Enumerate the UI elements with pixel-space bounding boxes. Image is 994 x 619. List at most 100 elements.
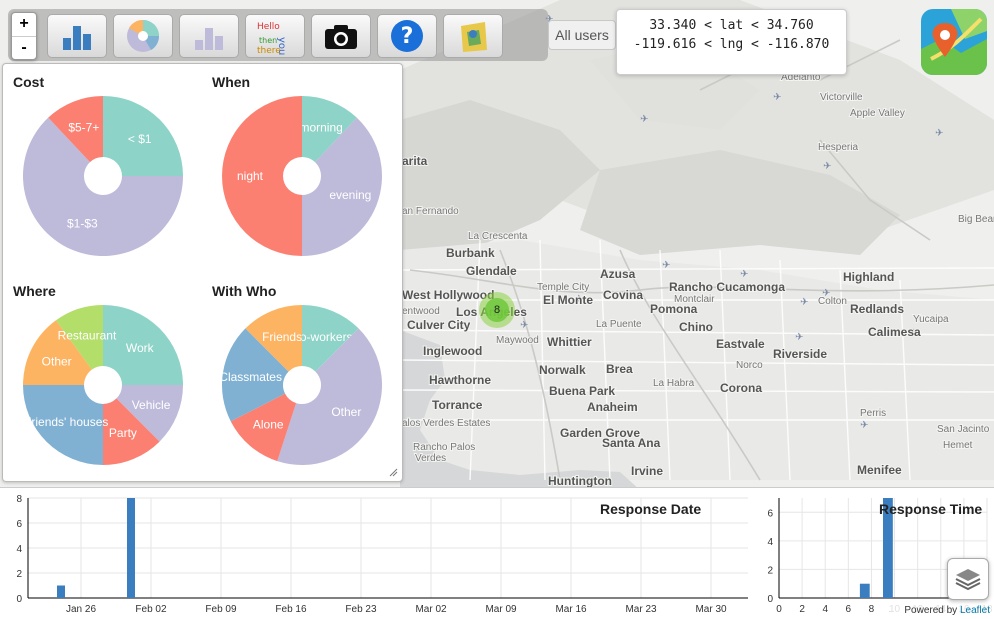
x-tick-label: Mar 09 — [485, 604, 517, 615]
app-logo-button[interactable] — [921, 9, 987, 75]
cluster-count: 8 — [485, 298, 509, 322]
map-label-calimesa: Calimesa — [868, 325, 921, 339]
map-label-corona: Corona — [720, 381, 762, 395]
x-tick-label: 0 — [776, 604, 782, 615]
histogram-icon — [195, 28, 223, 50]
pie-charts-panel[interactable]: Cost When Where With Who < $1 $1-$3 $5-7+ … — [2, 63, 403, 482]
bar-chart-button[interactable] — [47, 14, 107, 58]
map-label-buena-park: Buena Park — [549, 384, 615, 398]
map-label-maywood: Maywood — [496, 335, 539, 346]
response-date-title: Response Date — [600, 501, 702, 517]
map-label-anaheim: Anaheim — [587, 400, 638, 414]
histogram-button[interactable] — [179, 14, 239, 58]
map-label-redlands: Redlands — [850, 302, 904, 316]
map-label-norco: Norco — [736, 360, 763, 371]
map-label-irvine: Irvine — [631, 464, 663, 478]
pie-chart-with-who[interactable]: Co-workersOtherAloneClassmatesFriends — [221, 304, 383, 466]
all-users-button[interactable]: All users — [548, 20, 616, 50]
resize-handle-icon[interactable] — [388, 467, 398, 477]
map-label-el-monte: El Monte — [543, 293, 593, 307]
svg-text:then: then — [259, 36, 277, 45]
pie-label-friends-houses: Friends' houses — [24, 415, 108, 429]
map-label-temple-city: Temple City — [537, 282, 589, 293]
x-tick-label: 4 — [822, 604, 828, 615]
map-label-la-puente: La Puente — [596, 319, 642, 330]
map-label-menifee: Menifee — [857, 463, 902, 477]
pie-label-night: night — [237, 169, 264, 183]
svg-text:✈: ✈ — [773, 92, 781, 103]
map-label-hesperia: Hesperia — [818, 142, 858, 153]
map-label-covina: Covina — [603, 288, 643, 302]
x-tick-label: Mar 16 — [555, 604, 587, 615]
date-bar[interactable] — [127, 498, 135, 598]
map-label-inglewood: Inglewood — [423, 344, 482, 358]
help-icon: ? — [391, 20, 423, 52]
marker-cluster[interactable]: 8 — [479, 292, 515, 328]
y-tick-label: 6 — [767, 508, 773, 519]
pie-chart-when[interactable]: morning evening night — [221, 95, 383, 257]
pie-label-restaurant: Restaurant — [58, 329, 117, 343]
pie-label-5-7: $5-7+ — [68, 121, 99, 135]
word-cloud-icon: Hello you then there — [257, 22, 287, 55]
pie-chart-where[interactable]: Work Vehicle PartyFriends' houses Other Rest… — [22, 304, 184, 466]
map-label-la-habra: La Habra — [653, 378, 695, 389]
map-label-apple-valley: Apple Valley — [850, 108, 905, 119]
y-tick-label: 4 — [767, 537, 773, 548]
pie-label-classmates: Classmates — [221, 370, 282, 384]
map-label-riverside: Riverside — [773, 347, 827, 361]
pie-chart-cost[interactable]: < $1 $1-$3 $5-7+ — [22, 95, 184, 257]
map-label-hawthorne: Hawthorne — [429, 373, 491, 387]
map-label-alos-verdes-estates: alos Verdes Estates — [402, 418, 490, 429]
word-cloud-button[interactable]: Hello you then there — [245, 14, 305, 58]
pie-label-alone: Alone — [253, 418, 284, 432]
x-tick-label: Feb 23 — [345, 604, 377, 615]
layers-control-button[interactable] — [947, 558, 989, 600]
x-tick-label: Feb 16 — [275, 604, 307, 615]
camera-button[interactable] — [311, 14, 371, 58]
pie-label-party: Party — [109, 426, 137, 440]
pie-chart-button[interactable] — [113, 14, 173, 58]
x-tick-label: 2 — [799, 604, 805, 615]
coordinate-readout: 33.340 < lat < 34.760 -119.616 < lng < -… — [616, 9, 847, 75]
map-label-brea: Brea — [606, 362, 633, 376]
svg-text:✈: ✈ — [935, 128, 943, 139]
map-label-victorville: Victorville — [820, 92, 863, 103]
y-tick-label: 6 — [16, 519, 22, 530]
x-tick-label: Jan 26 — [66, 604, 96, 615]
map-label-chino: Chino — [679, 320, 713, 334]
pie-label-friends: Friends — [262, 330, 302, 344]
lat-range: 33.340 < lat < 34.760 — [649, 18, 814, 33]
pie-title-cost: Cost — [13, 74, 45, 90]
leaflet-link[interactable]: Leaflet — [960, 605, 990, 616]
pie-label-evening: evening — [329, 188, 371, 202]
map-label-santa-ana: Santa Ana — [602, 436, 661, 450]
svg-text:✈: ✈ — [800, 297, 808, 308]
zoom-in-button[interactable]: + — [12, 13, 36, 37]
location-pin-map-icon — [921, 9, 987, 75]
y-tick-label: 4 — [16, 544, 22, 555]
y-tick-label: 0 — [767, 594, 773, 605]
date-bar[interactable] — [57, 585, 65, 599]
y-tick-label: 2 — [16, 569, 22, 580]
svg-text:?: ? — [401, 24, 414, 49]
zoom-control: + - — [11, 12, 37, 60]
lng-range: -119.616 < lng < -116.870 — [633, 37, 830, 52]
pie-label-other: Other — [42, 354, 72, 368]
svg-text:✈: ✈ — [640, 114, 648, 125]
map-label-huntington: Huntington — [548, 474, 612, 488]
pie-label-vehicle: Vehicle — [132, 398, 171, 412]
svg-text:✈: ✈ — [520, 320, 528, 331]
y-tick-label: 0 — [16, 594, 22, 605]
pie-label-morning: morning — [299, 121, 342, 135]
svg-text:✈: ✈ — [823, 161, 831, 172]
map-label-arita: arita — [402, 154, 428, 168]
svg-text:✈: ✈ — [662, 260, 670, 271]
x-tick-label: Feb 02 — [135, 604, 167, 615]
zoom-out-button[interactable]: - — [12, 37, 36, 60]
map-label-yucaipa: Yucaipa — [913, 314, 949, 325]
map-label-glendale: Glendale — [466, 264, 517, 278]
map-layers-button[interactable] — [443, 14, 503, 58]
y-tick-label: 8 — [16, 494, 22, 505]
time-bar[interactable] — [859, 583, 870, 598]
help-button[interactable]: ? — [377, 14, 437, 58]
